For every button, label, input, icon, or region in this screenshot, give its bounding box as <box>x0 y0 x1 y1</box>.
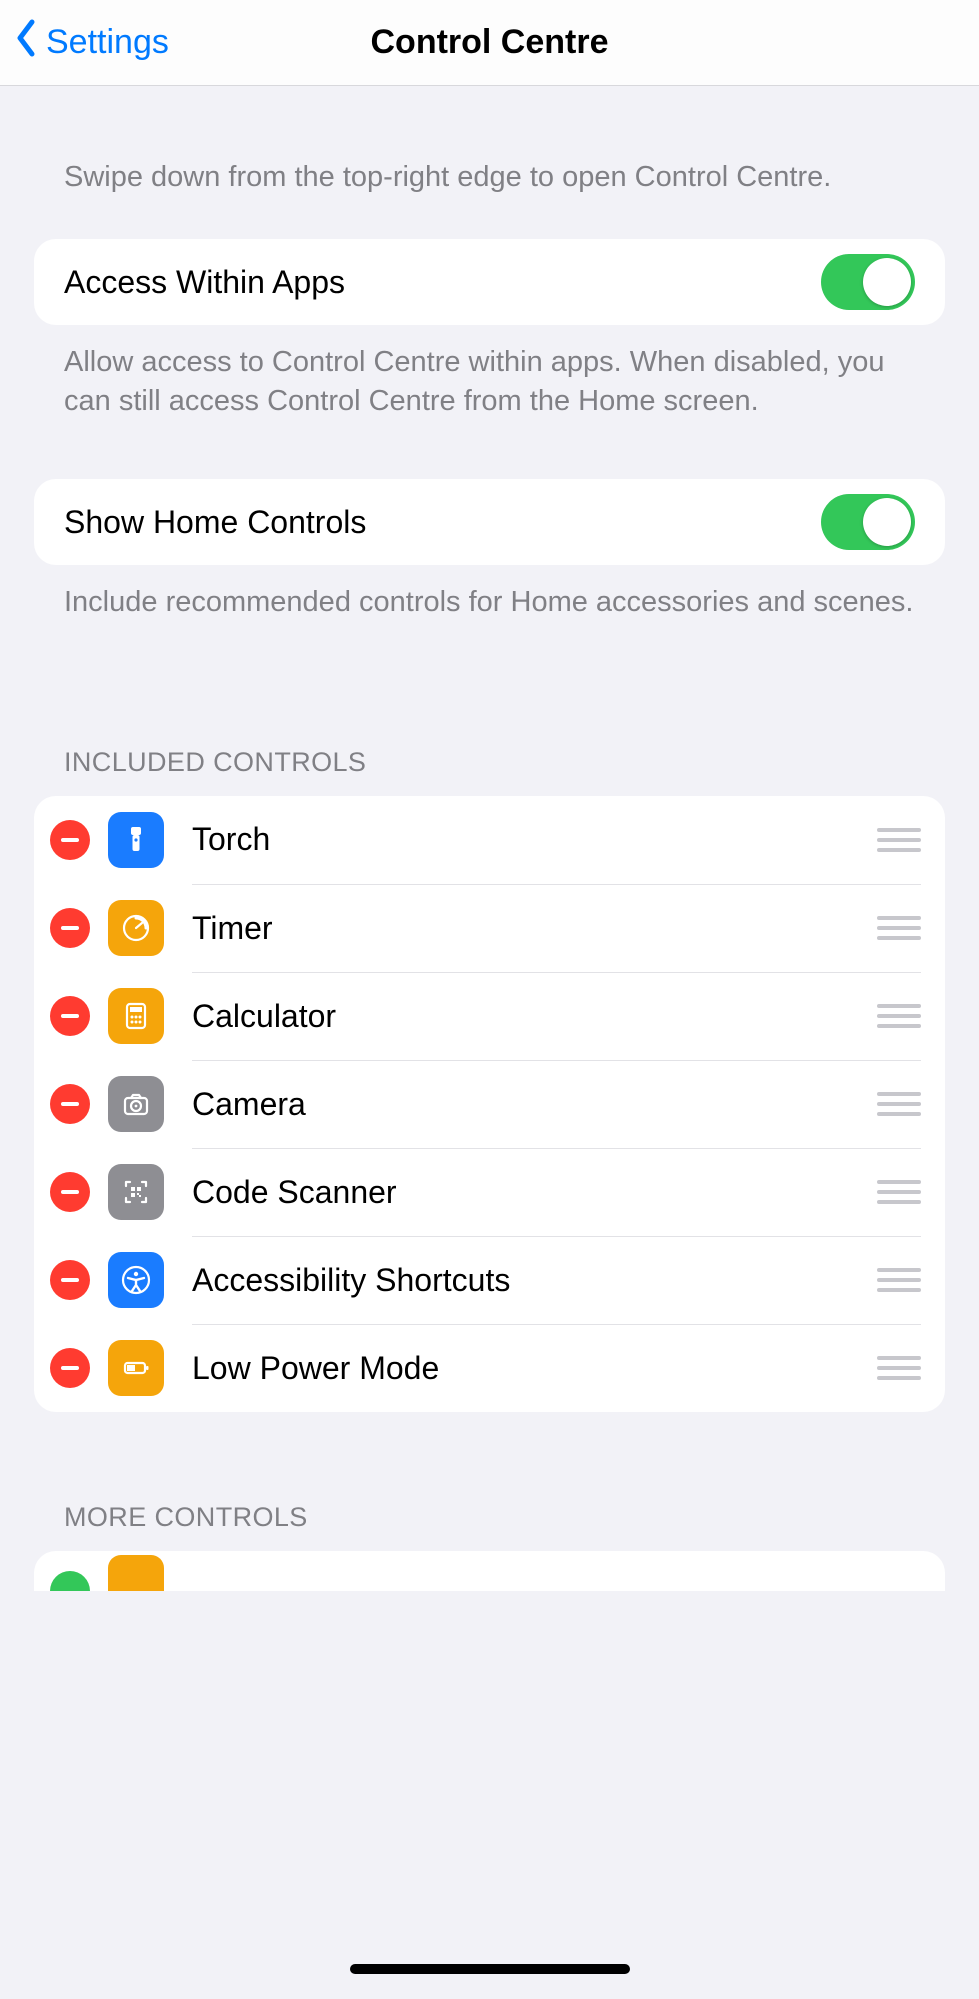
control-cell: Accessibility Shortcuts <box>192 1236 921 1324</box>
code-scanner-icon <box>108 1164 164 1220</box>
control-label: Torch <box>192 821 877 858</box>
control-cell: Torch <box>192 796 921 884</box>
more-control-icon <box>108 1555 164 1591</box>
navigation-bar: Settings Control Centre <box>0 0 979 86</box>
control-label: Accessibility Shortcuts <box>192 1262 877 1299</box>
row-show-home-controls: Show Home Controls <box>34 479 945 565</box>
control-label: Calculator <box>192 998 877 1035</box>
control-cell: Low Power Mode <box>192 1324 921 1412</box>
back-button[interactable]: Settings <box>14 0 169 85</box>
access-toggle[interactable] <box>821 254 915 310</box>
page-title: Control Centre <box>371 23 609 62</box>
torch-icon <box>108 812 164 868</box>
control-row: Torch <box>34 796 945 884</box>
drag-handle[interactable] <box>877 1092 921 1116</box>
home-controls-footer: Include recommended controls for Home ac… <box>0 565 979 622</box>
remove-control-button[interactable] <box>50 1084 90 1124</box>
back-label: Settings <box>46 23 169 62</box>
home-controls-label: Show Home Controls <box>64 504 821 541</box>
control-row: Code Scanner <box>34 1148 945 1236</box>
timer-icon <box>108 900 164 956</box>
drag-handle[interactable] <box>877 1268 921 1292</box>
control-cell: Camera <box>192 1060 921 1148</box>
control-label: Low Power Mode <box>192 1350 877 1387</box>
control-label: Timer <box>192 910 877 947</box>
remove-control-button[interactable] <box>50 1260 90 1300</box>
control-row: Timer <box>34 884 945 972</box>
access-label: Access Within Apps <box>64 264 821 301</box>
more-controls-list <box>34 1551 945 1591</box>
intro-hint: Swipe down from the top-right edge to op… <box>0 86 979 239</box>
remove-control-button[interactable] <box>50 1172 90 1212</box>
add-control-button[interactable] <box>50 1571 90 1591</box>
control-row: Calculator <box>34 972 945 1060</box>
more-controls-header: MORE CONTROLS <box>0 1502 979 1551</box>
drag-handle[interactable] <box>877 1180 921 1204</box>
control-label: Camera <box>192 1086 877 1123</box>
camera-icon <box>108 1076 164 1132</box>
remove-control-button[interactable] <box>50 820 90 860</box>
included-controls-list: Torch Timer Calculator Camera Code Scanner Ac… <box>34 796 945 1412</box>
remove-control-button[interactable] <box>50 908 90 948</box>
control-row: Camera <box>34 1060 945 1148</box>
control-cell: Calculator <box>192 972 921 1060</box>
included-controls-header: INCLUDED CONTROLS <box>0 747 979 796</box>
drag-handle[interactable] <box>877 916 921 940</box>
home-controls-toggle[interactable] <box>821 494 915 550</box>
chevron-left-icon <box>14 18 38 67</box>
control-label: Code Scanner <box>192 1174 877 1211</box>
row-access-within-apps: Access Within Apps <box>34 239 945 325</box>
home-indicator[interactable] <box>0 1939 979 1999</box>
control-cell: Timer <box>192 884 921 972</box>
calculator-icon <box>108 988 164 1044</box>
access-footer: Allow access to Control Centre within ap… <box>0 325 979 421</box>
accessibility-icon <box>108 1252 164 1308</box>
remove-control-button[interactable] <box>50 1348 90 1388</box>
drag-handle[interactable] <box>877 828 921 852</box>
drag-handle[interactable] <box>877 1356 921 1380</box>
remove-control-button[interactable] <box>50 996 90 1036</box>
control-cell: Code Scanner <box>192 1148 921 1236</box>
control-row: Accessibility Shortcuts <box>34 1236 945 1324</box>
drag-handle[interactable] <box>877 1004 921 1028</box>
battery-icon <box>108 1340 164 1396</box>
control-row: Low Power Mode <box>34 1324 945 1412</box>
